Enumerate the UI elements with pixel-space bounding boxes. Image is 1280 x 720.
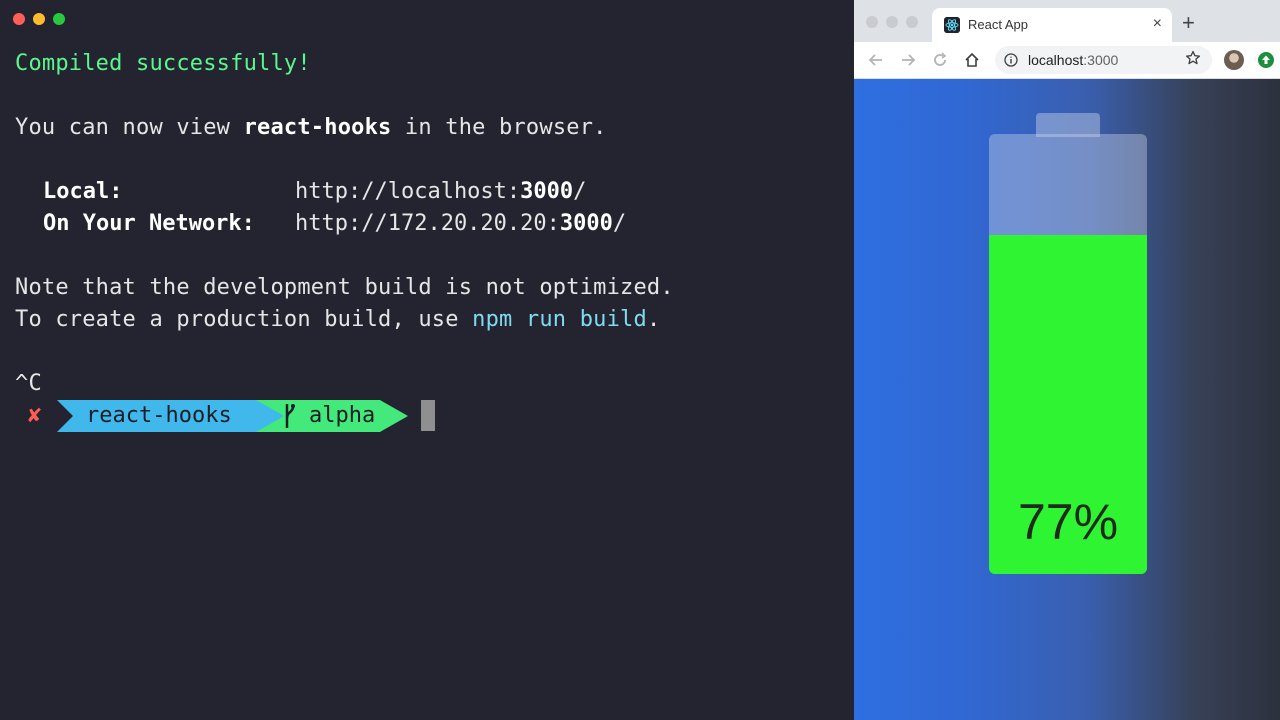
local-url[interactable]: http://localhost:3000/ xyxy=(295,176,586,208)
network-url-suffix: / xyxy=(612,211,627,236)
minimize-window-button[interactable] xyxy=(33,13,45,25)
network-label: On Your Network: xyxy=(43,211,255,236)
view-suffix: in the browser. xyxy=(391,115,607,140)
app-name: react-hooks xyxy=(243,115,392,140)
star-icon[interactable] xyxy=(1185,50,1201,66)
reload-icon[interactable] xyxy=(931,51,949,69)
tab-title: React App xyxy=(968,17,1028,32)
browser-minimize-button[interactable] xyxy=(886,16,898,28)
update-icon[interactable] xyxy=(1257,51,1275,69)
home-icon[interactable] xyxy=(963,51,981,69)
browser-window-controls xyxy=(866,16,918,28)
tab-bar: React App × + xyxy=(854,0,1280,42)
terminal-window[interactable]: Compiled successfully! You can now view … xyxy=(0,0,854,720)
address-bar[interactable]: localhost:3000 xyxy=(995,46,1212,74)
forward-icon[interactable] xyxy=(899,51,917,69)
close-window-button[interactable] xyxy=(13,13,25,25)
battery-level-label: 77% xyxy=(1017,494,1119,550)
react-icon xyxy=(944,17,960,33)
network-url-prefix: http://172.20.20.20: xyxy=(295,211,560,236)
git-branch-icon xyxy=(285,404,295,428)
terminal-cursor xyxy=(421,400,435,431)
network-url[interactable]: http://172.20.20.20:3000/ xyxy=(295,208,626,240)
build-command: npm run build xyxy=(472,307,647,332)
page-viewport: 77% xyxy=(854,79,1280,720)
shell-prompt[interactable]: ✘ react-hooks alpha xyxy=(0,399,854,433)
create-prefix: To create a production build, use xyxy=(15,307,473,332)
address-text: localhost:3000 xyxy=(1028,51,1118,69)
browser-close-button[interactable] xyxy=(866,16,878,28)
local-url-suffix: / xyxy=(573,179,587,204)
back-icon[interactable] xyxy=(867,51,885,69)
network-port: 3000 xyxy=(559,211,613,236)
battery: 77% xyxy=(989,134,1147,574)
browser-toolbar: localhost:3000 xyxy=(854,42,1280,79)
url-host: localhost xyxy=(1028,52,1084,68)
note-line: Note that the development build is not o… xyxy=(15,275,674,300)
url-port: :3000 xyxy=(1083,52,1119,68)
local-label: Local: xyxy=(43,179,123,204)
local-port: 3000 xyxy=(520,179,574,204)
info-icon[interactable] xyxy=(1004,53,1018,67)
browser-window[interactable]: React App × + localhost:3000 77% xyxy=(854,0,1280,720)
prompt-directory: react-hooks xyxy=(86,403,232,428)
interrupt-line: ^C xyxy=(15,371,42,396)
tab-close-button[interactable]: × xyxy=(1153,15,1162,33)
create-suffix: . xyxy=(646,307,661,332)
local-url-prefix: http://localhost: xyxy=(295,179,521,204)
window-controls xyxy=(13,13,65,25)
create-build-line: To create a production build, use npm ru… xyxy=(15,304,660,336)
new-tab-button[interactable]: + xyxy=(1182,11,1195,35)
error-status-icon: ✘ xyxy=(28,403,42,428)
zoom-window-button[interactable] xyxy=(53,13,65,25)
avatar[interactable] xyxy=(1224,50,1244,70)
view-prefix: You can now view xyxy=(15,115,244,140)
tab-react-app[interactable]: React App × xyxy=(932,8,1172,42)
view-app-line: You can now view react-hooks in the brow… xyxy=(15,112,607,144)
browser-zoom-button[interactable] xyxy=(906,16,918,28)
compiled-message: Compiled successfully! xyxy=(15,51,311,76)
prompt-branch: alpha xyxy=(309,403,376,428)
